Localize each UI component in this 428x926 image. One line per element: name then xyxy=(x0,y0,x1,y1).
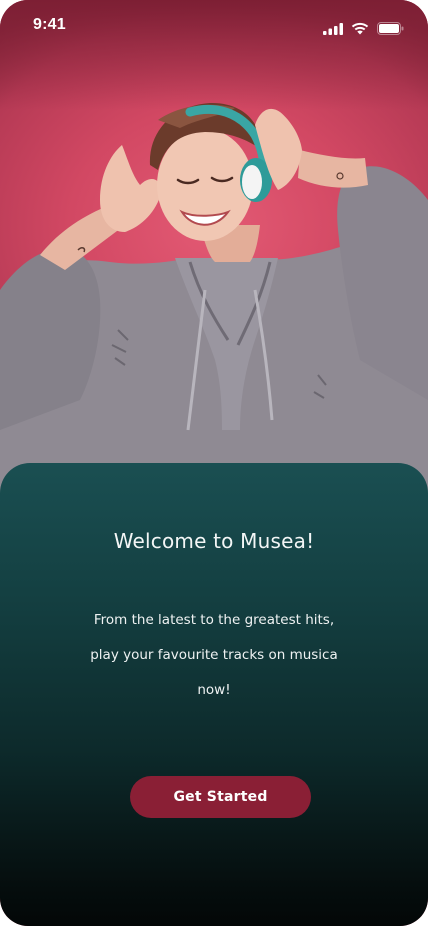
get-started-button[interactable]: Get Started xyxy=(130,776,311,818)
onboarding-screen: 9:41 Welcome to Musea! From the latest t… xyxy=(0,0,428,926)
status-icons xyxy=(323,20,404,39)
welcome-description-line: From the latest to the greatest hits, xyxy=(93,612,335,628)
welcome-description-line: now! xyxy=(197,682,231,698)
welcome-title: Welcome to Musea! xyxy=(113,529,315,553)
welcome-panel: Welcome to Musea! From the latest to the… xyxy=(0,463,428,926)
status-time: 9:41 xyxy=(33,16,66,33)
woman-with-headphones-illustration xyxy=(0,102,428,500)
welcome-description-line: play your favourite tracks on musica xyxy=(90,647,338,663)
cellular-signal-icon xyxy=(323,20,343,39)
battery-icon xyxy=(377,20,404,39)
wifi-icon xyxy=(351,20,369,39)
welcome-description: From the latest to the greatest hits, pl… xyxy=(64,603,364,708)
status-bar: 9:41 xyxy=(0,0,428,50)
hero-image xyxy=(0,0,428,500)
